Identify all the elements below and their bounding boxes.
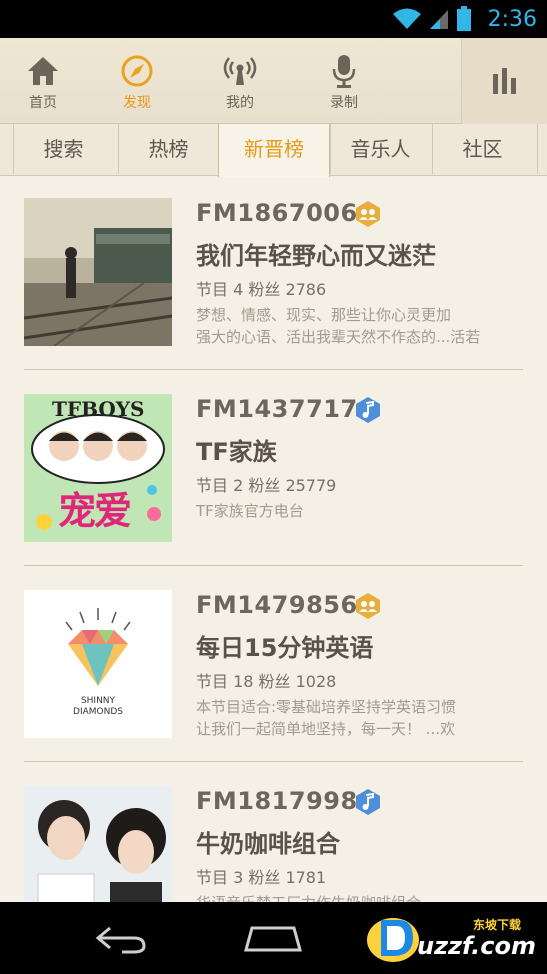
divider [24,565,523,566]
list-item[interactable]: TFBOYS 宠爱 FM1437717 TF家族 节目 2 粉丝 25779 T… [0,372,547,568]
station-description-line: 梦想、情感、现实、那些让你心灵更加 [196,306,452,324]
station-description: 华语音乐梦工厂力作牛奶咖啡组合 [196,892,524,902]
tab-musician[interactable]: 音乐人 [330,124,430,174]
cover-text-chongai: 宠爱 [58,489,132,533]
list-item[interactable]: FM1867006 我们年轻野心而又迷茫 节目 4 粉丝 2786 梦想、情感、… [0,176,547,372]
system-navigation-bar: 东坡下载 uzzf.com [0,902,547,974]
station-description: 梦想、情感、现实、那些让你心灵更加 强大的心语、活出我辈天然不作态的...活若 [196,304,524,348]
nav-label-mine: 我的 [226,95,254,111]
station-title: 我们年轻野心而又迷茫 [196,242,436,270]
stats-button[interactable] [461,38,547,124]
station-stats: 节目 3 粉丝 1781 [196,868,327,887]
nav-label-home: 首页 [29,95,57,111]
station-title: 牛奶咖啡组合 [196,830,340,858]
radio-broadcast-icon [223,57,257,85]
station-fm-id: FM1437717 [196,395,358,423]
nav-item-home[interactable]: 首页 [0,38,93,124]
tab-overflow-edge [537,124,547,174]
status-time: 2:36 [487,6,537,32]
tab-bar: 搜索 热榜 新晋榜 音乐人 社区 [0,124,547,177]
music-note-badge-icon [356,397,380,423]
station-fm-id: FM1867006 [196,199,358,227]
status-icons: 2:36 [392,4,537,34]
home-icon [28,57,58,85]
station-description-line: 本节目适合:零基础培养坚持学英语习惯 [196,698,457,716]
tab-new-rising[interactable]: 新晋榜 [218,124,330,177]
station-description-line: 华语音乐梦工厂力作牛奶咖啡组合 [196,892,524,902]
station-title: 每日15分钟英语 [196,634,374,662]
nav-item-mine[interactable]: 我的 [190,38,290,124]
tab-hot[interactable]: 热榜 [118,124,218,174]
station-cover-image [24,786,172,902]
top-nav: 首页 发现 我的 录制 [0,38,547,124]
home-button-icon[interactable] [244,924,302,954]
divider [24,761,523,762]
station-description: 本节目适合:零基础培养坚持学英语习惯 让我们一起简单地坚持，每一天！ ...欢 [196,696,524,740]
station-list: FM1867006 我们年轻野心而又迷茫 节目 4 粉丝 2786 梦想、情感、… [0,176,547,902]
station-title: TF家族 [196,438,277,466]
watermark-logo: 东坡下载 uzzf.com [363,910,543,966]
station-stats: 节目 2 粉丝 25779 [196,476,337,495]
tab-search[interactable]: 搜索 [13,124,113,174]
list-item[interactable]: FM1817998 牛奶咖啡组合 节目 3 粉丝 1781 华语音乐梦工厂力作牛… [0,764,547,902]
wifi-icon [392,8,421,29]
station-stats: 节目 4 粉丝 2786 [196,280,327,299]
station-description-line: 强大的心语、活出我辈天然不作态的...活若 [196,328,481,346]
nav-item-record[interactable]: 录制 [294,38,394,124]
station-cover-image: TFBOYS 宠爱 [24,394,172,542]
station-description-line: TF家族官方电台 [196,502,304,520]
bar-chart-icon [493,68,516,94]
app-root: 2:36 首页 发现 我的 录制 搜索 热榜 新晋榜 音乐人 社区 FM1867… [0,0,547,974]
microphone-icon [332,55,356,88]
music-note-badge-icon [356,789,380,815]
station-cover-image [24,198,172,346]
station-fm-id: FM1817998 [196,787,358,815]
group-badge-icon [356,593,380,619]
tab-community[interactable]: 社区 [432,124,532,174]
station-fm-id: FM1479856 [196,591,358,619]
compass-icon [121,55,153,87]
signal-icon [429,10,448,29]
group-badge-icon [356,201,380,227]
station-description-line: 让我们一起简单地坚持，每一天！ ...欢 [196,720,456,738]
station-description: TF家族官方电台 [196,500,524,522]
station-stats: 节目 18 粉丝 1028 [196,672,337,691]
cover-text-shinny-diamonds: SHINNY DIAMONDS [73,696,123,717]
status-bar: 2:36 [0,0,547,38]
station-cover-image: SHINNY DIAMONDS [24,590,172,738]
watermark-tag: 东坡下载 [473,918,522,932]
cover-text-tfboys: TFBOYS [52,397,145,421]
nav-label-discover: 发现 [123,95,151,111]
back-icon[interactable] [94,924,148,954]
nav-item-discover[interactable]: 发现 [87,38,187,124]
list-item[interactable]: SHINNY DIAMONDS FM1479856 每日15分钟英语 节目 18… [0,568,547,764]
divider [24,369,523,370]
battery-icon [456,6,471,31]
nav-label-record: 录制 [330,95,358,111]
watermark-brand: uzzf.com [417,932,536,960]
